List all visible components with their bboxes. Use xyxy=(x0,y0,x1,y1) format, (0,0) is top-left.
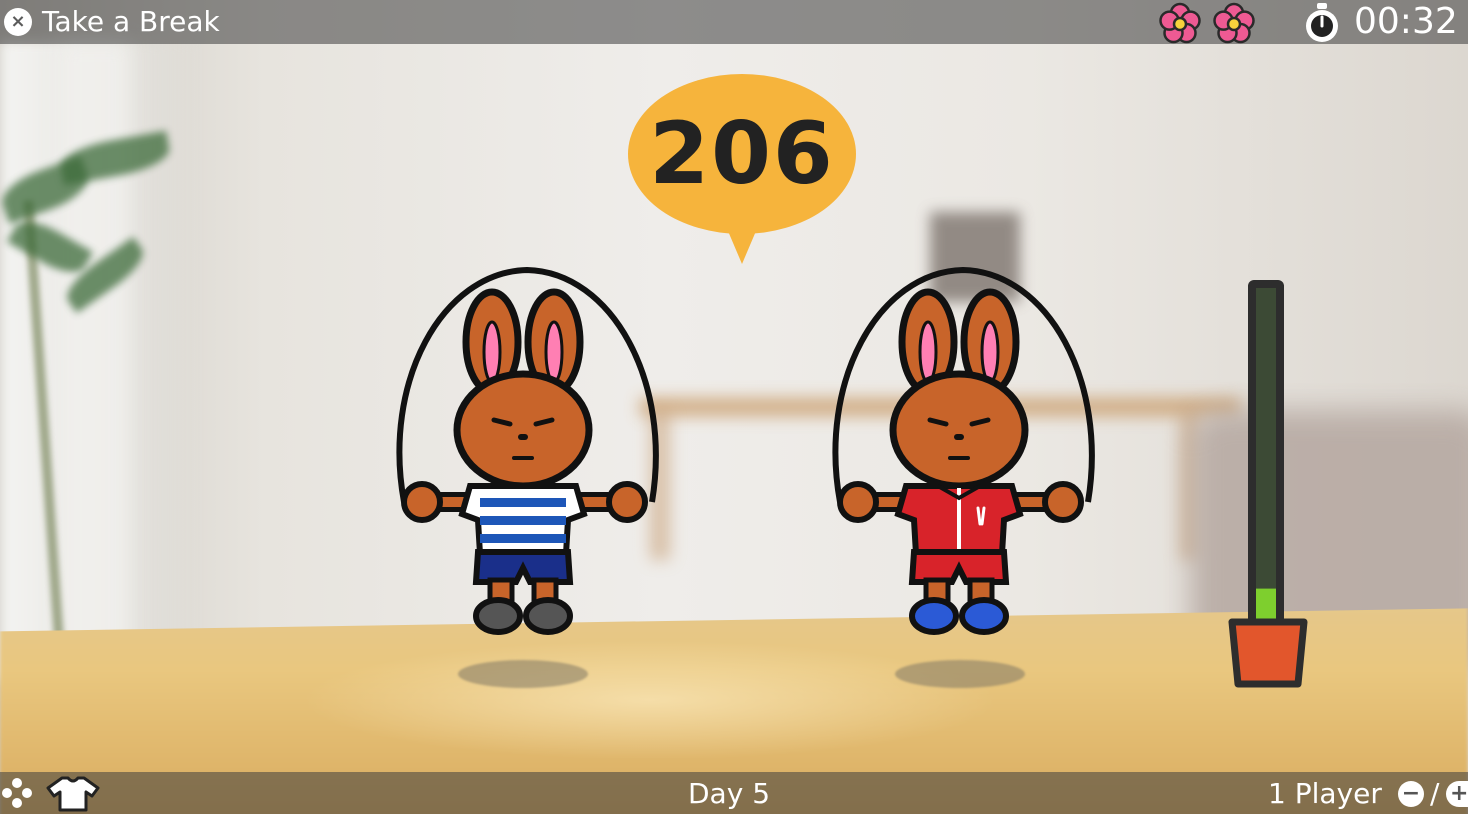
flower-icon xyxy=(1159,2,1201,44)
player-mode: 1 Player xyxy=(1268,777,1382,810)
plus-button[interactable]: + xyxy=(1446,781,1468,807)
power-meter-fill xyxy=(1256,588,1276,622)
minus-button[interactable]: − xyxy=(1398,781,1424,807)
rabbit-shadow-left xyxy=(458,660,588,688)
bottom-bar: Day 5 1 Player − / + xyxy=(0,772,1468,814)
rabbit-character-left xyxy=(396,266,659,635)
stopwatch-icon xyxy=(1306,3,1338,42)
day-indicator: Day 5 xyxy=(688,777,771,810)
rabbit-shadow-right xyxy=(895,660,1025,688)
table-shine xyxy=(300,640,1000,760)
top-bar: × Take a Break 00:32 xyxy=(0,0,1468,44)
dpad-icon[interactable] xyxy=(0,776,34,810)
power-meter xyxy=(1228,280,1308,688)
close-button[interactable]: × xyxy=(4,8,32,36)
rabbit-character-right xyxy=(832,266,1095,635)
shirt-icon[interactable] xyxy=(44,774,102,812)
curtain xyxy=(60,40,130,660)
timer: 00:32 xyxy=(1354,1,1458,42)
flower-icon xyxy=(1213,2,1255,44)
divider: / xyxy=(1430,777,1440,810)
jump-counter: 206 xyxy=(649,104,835,204)
mode-title: Take a Break xyxy=(42,5,220,38)
